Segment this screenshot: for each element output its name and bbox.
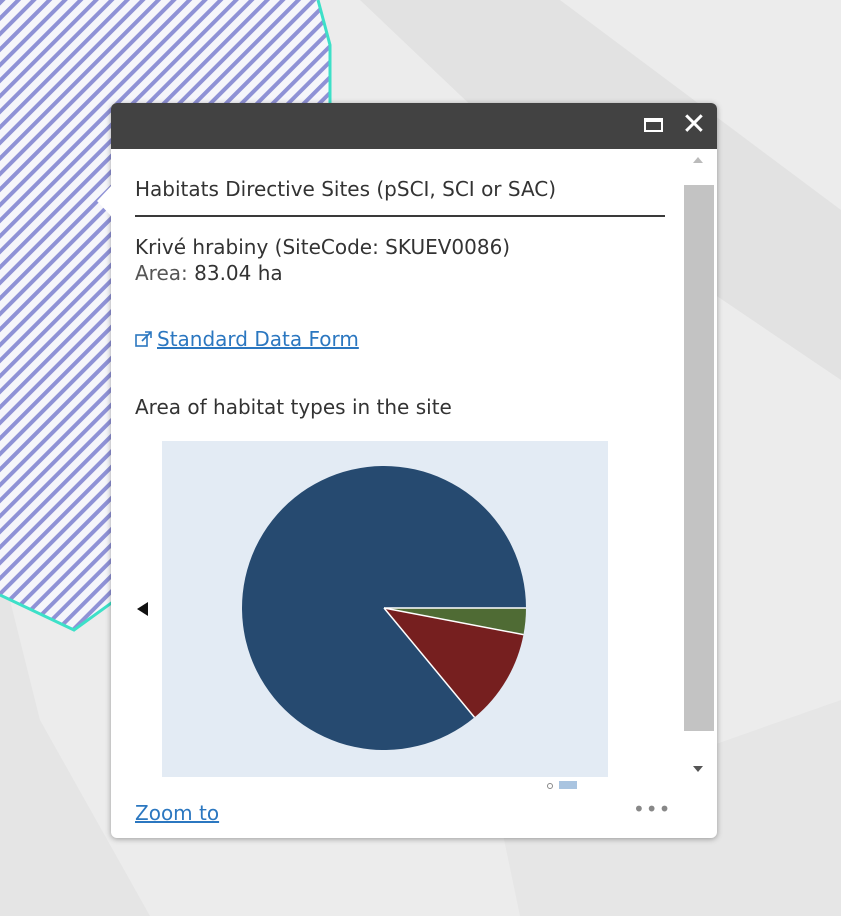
site-info: Krivé hrabiny (SiteCode: SKUEV0086) (135, 235, 510, 259)
site-code: (SiteCode: SKUEV0086) (274, 235, 511, 259)
media-thumbnail-icon[interactable] (559, 781, 577, 789)
more-icon[interactable]: ••• (633, 797, 671, 821)
standard-data-form-link[interactable]: Standard Data Form (157, 327, 359, 351)
popup-content: Habitats Directive Sites (pSCI, SCI or S… (111, 149, 681, 789)
feature-popup: ✕ Habitats Directive Sites (pSCI, SCI or… (97, 103, 717, 838)
popup-scrollbar[interactable] (681, 149, 717, 789)
scroll-down-icon[interactable] (693, 766, 703, 772)
scrollbar-thumb[interactable] (684, 185, 714, 731)
area-label: Area: (135, 261, 188, 285)
chart-title: Area of habitat types in the site (135, 395, 452, 419)
chart-media-controls (547, 781, 589, 789)
scroll-up-icon[interactable] (693, 157, 703, 163)
maximize-icon[interactable] (644, 118, 663, 132)
standard-data-form-row: Standard Data Form (135, 327, 359, 351)
site-name: Krivé hrabiny (135, 235, 269, 259)
site-area: Area: 83.04 ha (135, 261, 283, 285)
title-divider (135, 215, 665, 217)
popup-pointer (97, 185, 112, 217)
external-link-icon (135, 331, 152, 347)
zoom-to-link[interactable]: Zoom to (135, 801, 219, 825)
popup-footer: Zoom to ••• (111, 789, 717, 838)
pie-svg (242, 466, 526, 750)
popup-titlebar: ✕ (111, 103, 717, 149)
habitat-pie-chart (162, 441, 608, 777)
popup-layer-title: Habitats Directive Sites (pSCI, SCI or S… (135, 177, 557, 201)
close-icon[interactable]: ✕ (679, 109, 709, 141)
chevron-left-icon[interactable] (137, 602, 148, 616)
area-value: 83.04 ha (194, 261, 283, 285)
